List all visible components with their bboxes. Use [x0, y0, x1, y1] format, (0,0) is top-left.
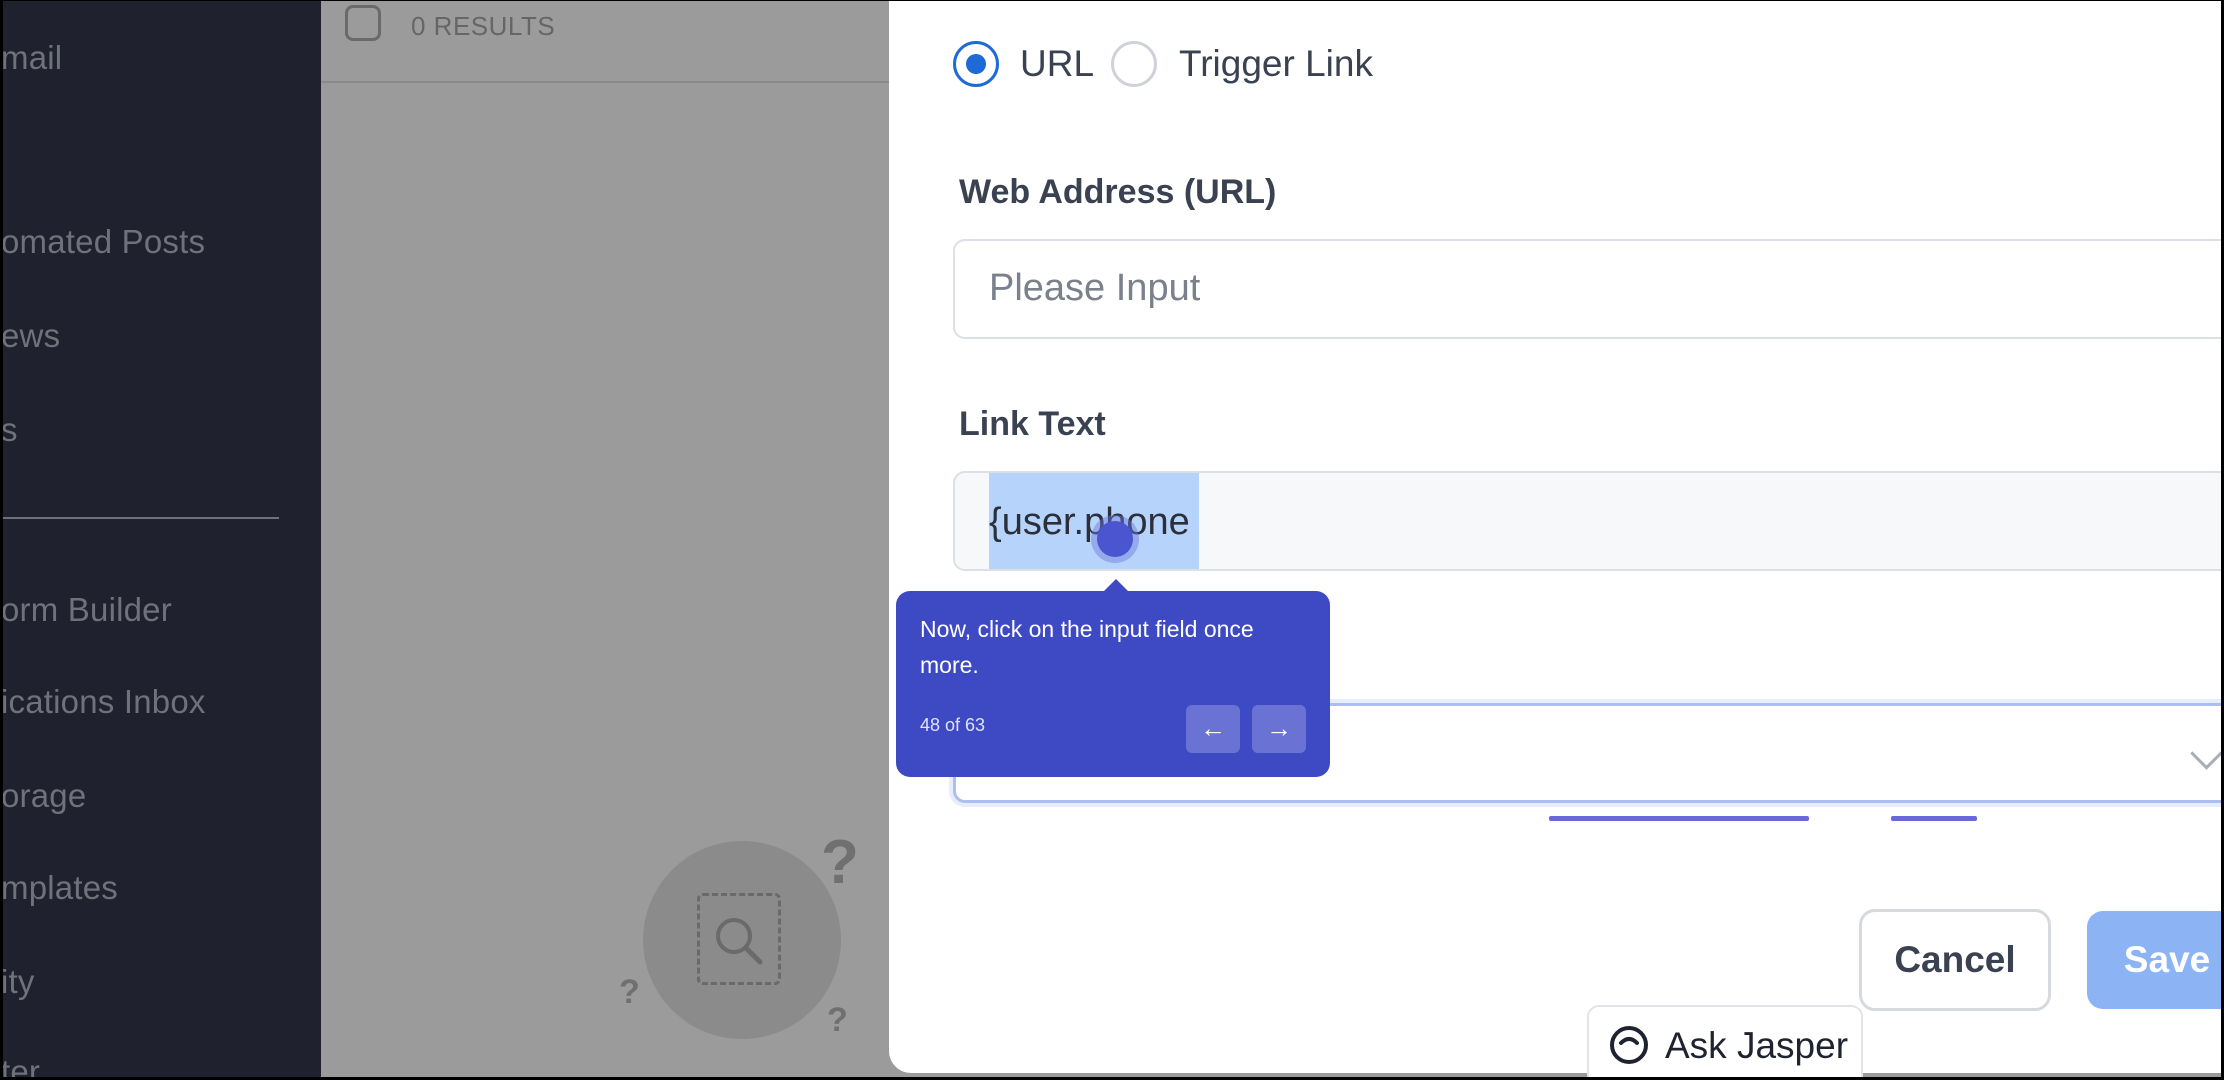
results-header: 0 RESULTS [321, 1, 891, 83]
tooltip-prev-button[interactable]: ← [1186, 705, 1240, 753]
web-address-input[interactable]: Please Input [953, 239, 2221, 339]
radio-url-label[interactable]: URL [1020, 43, 1094, 85]
click-indicator [1097, 521, 1133, 557]
sidebar-item-partial[interactable]: s [3, 411, 18, 449]
sidebar-item-communications-inbox[interactable]: ications Inbox [3, 683, 206, 721]
assistant-icon [1610, 1026, 1648, 1064]
link-text-label: Link Text [959, 405, 1106, 443]
cancel-button[interactable]: Cancel [1859, 909, 2051, 1011]
ask-jasper-label: Ask Jasper [1665, 1025, 1849, 1066]
arrow-left-icon: ← [1200, 713, 1226, 743]
sidebar-item-form-builder[interactable]: orm Builder [3, 591, 172, 629]
tooltip-next-button[interactable]: → [1252, 705, 1306, 753]
sidebar-item-activity[interactable]: ity [3, 963, 35, 1001]
sidebar-item-reviews[interactable]: ews [3, 317, 60, 355]
progress-underline [1891, 816, 1977, 821]
radio-trigger-link[interactable] [1111, 41, 1157, 87]
chevron-down-icon [2190, 737, 2221, 770]
save-button[interactable]: Save [2087, 911, 2221, 1009]
sidebar-item-automated-posts[interactable]: omated Posts [3, 223, 205, 261]
sidebar: mail omated Posts ews s orm Builder icat… [3, 1, 321, 1077]
question-mark-icon: ? [821, 828, 859, 897]
sidebar-item-email[interactable]: mail [3, 39, 62, 77]
progress-underline [1549, 816, 1809, 821]
web-address-label: Web Address (URL) [959, 173, 1277, 211]
app-screen: mail omated Posts ews s orm Builder icat… [3, 1, 2221, 1077]
empty-state-illustration [643, 841, 841, 1039]
sidebar-divider [3, 517, 279, 519]
sidebar-item-footer[interactable]: ter [3, 1053, 40, 1077]
link-text-value: {user.phone [989, 501, 1190, 543]
radio-trigger-link-label[interactable]: Trigger Link [1179, 43, 1373, 85]
tooltip-text: Now, click on the input field once more. [920, 616, 1254, 678]
ask-jasper-button[interactable]: Ask Jasper [1587, 1005, 1863, 1077]
link-settings-panel: URL Trigger Link Web Address (URL) Pleas… [889, 1, 2221, 1073]
web-address-placeholder: Please Input [989, 267, 1201, 309]
sidebar-item-storage[interactable]: orage [3, 777, 86, 815]
question-mark-icon: ? [827, 1001, 848, 1039]
question-mark-icon: ? [619, 973, 640, 1011]
results-count: 0 RESULTS [411, 11, 556, 41]
sidebar-item-templates[interactable]: mplates [3, 869, 118, 907]
radio-url[interactable] [953, 41, 999, 87]
walkthrough-tooltip: Now, click on the input field once more.… [896, 579, 1330, 777]
link-text-input[interactable]: {user.phone [953, 471, 2221, 571]
magnifier-icon [716, 918, 763, 965]
tooltip-step-counter: 48 of 63 [920, 715, 986, 735]
empty-search-icon [697, 893, 781, 985]
arrow-right-icon: → [1266, 713, 1292, 743]
select-all-checkbox[interactable] [345, 5, 381, 41]
